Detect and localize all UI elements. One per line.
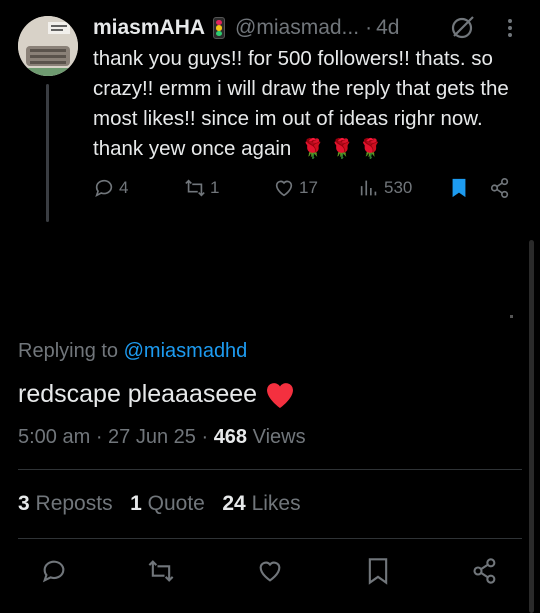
tweet-header: miasmAHA @miasmad... · 4d [93,14,399,42]
share-button[interactable] [489,176,511,200]
reply-body: redscape pleaaaseee [18,380,258,408]
heart-emoji [267,382,294,408]
quotes-label: Quote [147,492,205,515]
divider [18,538,522,539]
reposts-count: 3 [18,492,30,515]
bookmark-button[interactable] [448,176,470,200]
views-count: 530 [384,178,413,197]
reply-button[interactable]: 4 [93,176,128,200]
quotes-count: 1 [130,492,142,515]
scrollbar[interactable] [529,240,534,613]
thread-line [46,84,49,222]
repost-icon [185,179,205,197]
reply-date[interactable]: 27 Jun 25 [108,426,196,448]
tweet-text: thank you guys!! for 500 followers!! tha… [93,44,523,165]
likes-count: 24 [222,492,246,515]
grok-icon[interactable] [450,14,476,40]
author-name[interactable]: miasmAHA [93,16,205,40]
tweet-age[interactable]: 4d [376,16,399,40]
views-button[interactable]: 530 [358,176,412,200]
quotes-stat[interactable]: 1 Quote [130,492,205,515]
separator-dot: · [365,16,373,39]
reposts-label: Reposts [35,492,113,515]
repost-button[interactable]: 1 [184,176,219,200]
engagement-stats: 3 Reposts 1 Quote 24 Likes [18,492,301,516]
reply-icon[interactable] [40,557,68,585]
reply-views-count: 468 [213,426,248,448]
replying-to-handle[interactable]: @miasmadhd [124,340,248,362]
like-icon [275,180,293,197]
author-handle[interactable]: @miasmad... [235,16,359,40]
reposts-stat[interactable]: 3 Reposts [18,492,113,515]
repost-icon[interactable] [147,557,175,585]
reply-text: redscape pleaaaseee [18,380,295,409]
avatar[interactable] [18,16,78,76]
replying-to: Replying to @miasmadhd [18,340,247,363]
repost-count: 1 [210,178,220,197]
reply-views-label: Views [252,426,306,448]
traffic-light-icon [213,17,226,39]
views-icon [360,180,377,196]
replying-prefix: Replying to [18,340,119,362]
more-icon[interactable] [500,16,520,40]
like-button[interactable]: 17 [273,176,318,200]
likes-stat[interactable]: 24 Likes [222,492,300,515]
rose-emojis: 🌹 🌹 🌹 [301,139,383,160]
reply-meta: 5:00 am · 27 Jun 25 · 468 Views [18,426,306,448]
reply-count: 4 [119,178,129,197]
like-count: 17 [299,178,318,197]
divider [18,469,522,470]
reply-icon [95,179,113,197]
scroll-indicator [510,315,513,318]
avatar-image [18,16,78,76]
reply-time[interactable]: 5:00 am [18,426,90,448]
share-icon [490,178,509,198]
bookmark-icon [452,178,466,198]
likes-label: Likes [251,492,301,515]
bookmark-icon[interactable] [364,557,392,585]
share-icon[interactable] [471,557,499,585]
like-icon[interactable] [256,557,284,585]
